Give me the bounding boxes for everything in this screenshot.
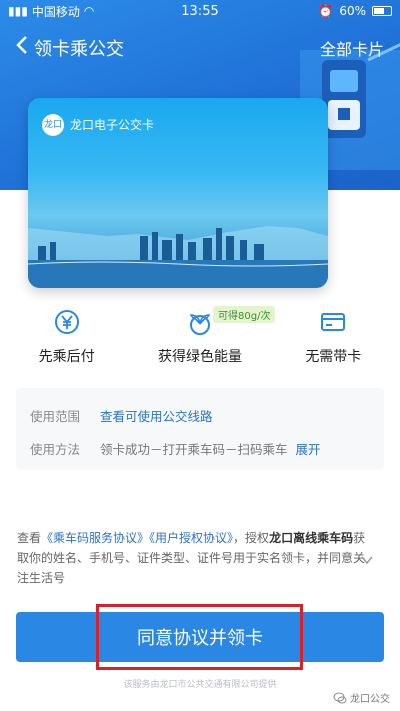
agree-and-claim-button[interactable]: 同意协议并领卡: [16, 612, 384, 662]
scope-label: 使用范围: [30, 409, 81, 424]
feature-label: 先乘后付: [38, 349, 95, 365]
wifi-icon: ◠: [83, 4, 95, 18]
clock: 13:55: [181, 3, 219, 19]
feature-row: 先乘后付 获得绿色能量 无需带卡: [0, 308, 400, 378]
alarm-icon: ⏰: [318, 4, 334, 18]
battery-icon: [372, 6, 392, 16]
bus-card: 龙口 龙口电子公交卡: [28, 98, 328, 288]
card-icon: [321, 313, 346, 331]
info-box: 使用范围 查看可使用公交线路 使用方法 领卡成功－打开乘车码－扫码乘车 展开: [16, 388, 384, 470]
info-row-method: 使用方法 领卡成功－打开乘车码－扫码乘车 展开: [30, 439, 321, 458]
agreement-text: 查看《乘车码服务协议》《用户授权协议》，授权龙口离线乘车码获取你的姓名、手机号、…: [17, 528, 367, 588]
city-skyline-image: [28, 226, 328, 288]
feature-label: 无需带卡: [305, 349, 362, 365]
agreement-mid: ，授权: [233, 531, 270, 545]
watermark: 龙口公交: [333, 690, 390, 705]
card-name: 龙口电子公交卡: [70, 118, 155, 132]
battery-percent: 60%: [339, 4, 366, 18]
authorization-agreement-link[interactable]: 《用户授权协议》: [149, 531, 233, 545]
nav-bar: 领卡乘公交 全部卡片: [0, 28, 400, 68]
wechat-icon: [333, 692, 347, 703]
method-text: 领卡成功－打开乘车码－扫码乘车: [100, 442, 288, 457]
view-routes-link[interactable]: 查看可使用公交线路: [100, 406, 213, 425]
service-provider-note: 该服务由龙口市公共交通有限公司提供: [123, 680, 277, 690]
agreement-prefix: 查看: [17, 531, 42, 545]
method-label: 使用方法: [30, 442, 81, 457]
service-agreement-link[interactable]: 《乘车码服务协议》: [41, 531, 149, 545]
status-bar: ▮▮▮ 中国移动 ◠ 13:55 ⏰ 60%: [0, 0, 400, 22]
all-cards-link[interactable]: 全部卡片: [320, 36, 400, 60]
agreement-app-name: 龙口离线乘车码: [269, 531, 354, 545]
watermark-text: 龙口公交: [350, 694, 390, 705]
page-title: 领卡乘公交: [34, 39, 124, 60]
feature-no-card: 无需带卡: [267, 308, 400, 378]
feature-green-energy: 获得绿色能量: [133, 308, 266, 378]
feature-label: 获得绿色能量: [157, 349, 242, 365]
signal-icon: ▮▮▮: [8, 4, 28, 18]
card-logo: 龙口: [42, 114, 64, 136]
expand-link[interactable]: 展开: [296, 439, 321, 458]
carrier-name: 中国移动: [31, 4, 80, 19]
back-icon[interactable]: [0, 35, 34, 61]
sprout-icon: [189, 314, 211, 335]
info-row-scope: 使用范围 查看可使用公交线路: [30, 406, 213, 425]
yen-icon: [54, 310, 79, 334]
feature-pay-later: 先乘后付: [0, 308, 133, 378]
chevron-down-icon[interactable]: [360, 553, 374, 567]
